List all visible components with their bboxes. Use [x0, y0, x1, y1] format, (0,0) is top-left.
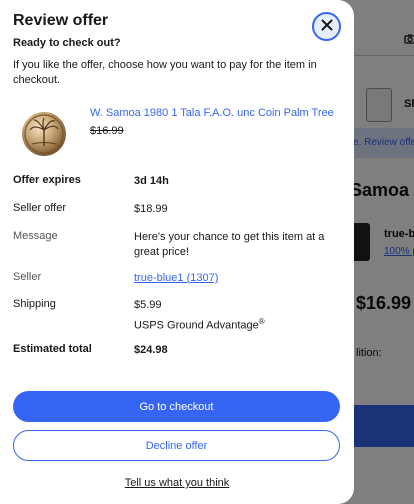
message-label: Message [13, 230, 58, 242]
offer-expires-label: Offer expires [13, 174, 81, 186]
seller-label: Seller [13, 271, 42, 283]
feedback-link[interactable]: Tell us what you think [0, 477, 354, 489]
shipping-label: Shipping [13, 298, 56, 310]
shipping-service-name: USPS Ground Advantage [134, 319, 259, 332]
close-button[interactable] [312, 12, 341, 41]
estimated-total-label: Estimated total [13, 343, 92, 355]
trademark-symbol: ® [258, 317, 265, 326]
dialog-intro: If you like the offer, choose how you wa… [13, 59, 317, 86]
dialog-subheading: Ready to check out? [13, 37, 121, 49]
offer-expires-value: 3d 14h [134, 175, 169, 187]
shipping-service: USPS Ground Advantage® [134, 314, 265, 334]
go-to-checkout-button[interactable]: Go to checkout [13, 391, 340, 422]
close-icon [321, 18, 333, 36]
item-title-link[interactable]: W. Samoa 1980 1 Tala F.A.O. unc Coin Pal… [90, 107, 334, 119]
coin-image [20, 108, 68, 158]
dialog-title: Review offer [13, 12, 109, 29]
seller-offer-label: Seller offer [13, 202, 66, 214]
decline-offer-button[interactable]: Decline offer [13, 430, 340, 461]
item-original-price: $16.99 [90, 125, 124, 137]
shipping-price: $5.99 [134, 299, 162, 311]
estimated-total-value: $24.98 [134, 344, 168, 356]
seller-offer-value: $18.99 [134, 203, 168, 215]
seller-link[interactable]: true-blue1 (1307) [134, 271, 218, 286]
message-value: Here's your chance to get this item at a… [134, 231, 325, 258]
review-offer-dialog: Review offer Ready to check out? If you … [0, 0, 354, 504]
